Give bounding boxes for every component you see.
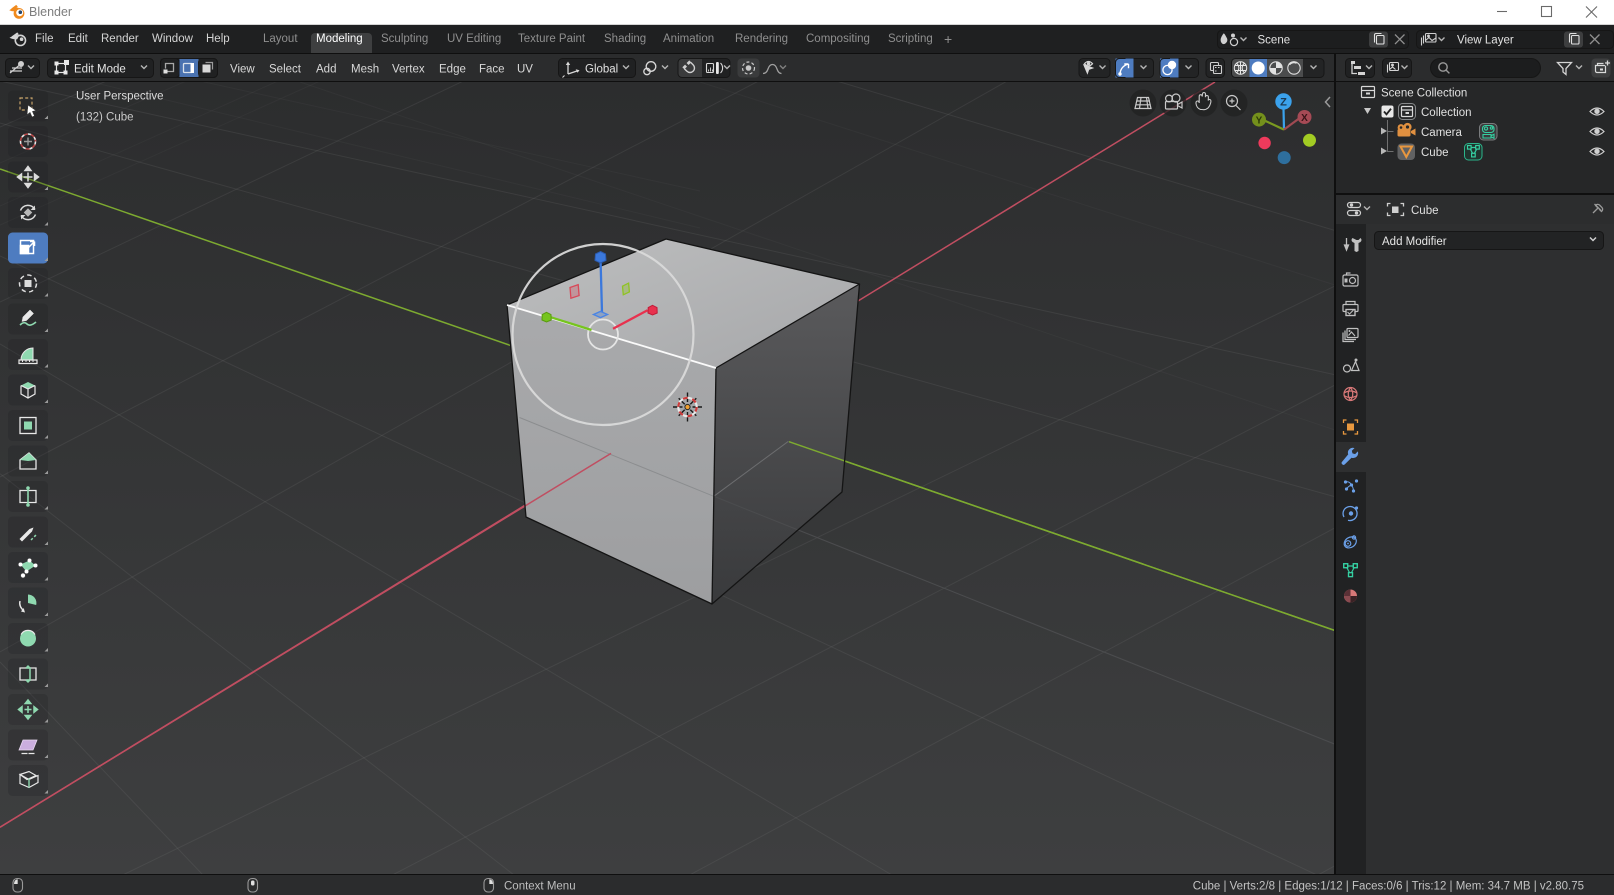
svg-text:Cube: Cube (1421, 147, 1449, 159)
svg-text:Mesh: Mesh (351, 64, 379, 76)
svg-text:Add Modifier: Add Modifier (1382, 236, 1447, 248)
svg-text:X: X (1301, 113, 1308, 124)
svg-text:Select: Select (269, 64, 302, 76)
svg-text:UV: UV (517, 64, 533, 76)
svg-text:Vertex: Vertex (392, 64, 425, 76)
svg-text:View Layer: View Layer (1457, 35, 1514, 47)
svg-text:Scene: Scene (1258, 35, 1291, 47)
svg-text:Collection: Collection (1421, 107, 1472, 119)
svg-text:User Perspective: User Perspective (76, 91, 164, 103)
svg-text:Cube: Cube (1411, 205, 1439, 217)
svg-text:Camera: Camera (1421, 127, 1463, 139)
svg-text:Add: Add (316, 64, 336, 76)
svg-text:(132) Cube: (132) Cube (76, 112, 134, 124)
svg-text:Scene Collection: Scene Collection (1381, 88, 1467, 100)
svg-text:Edge: Edge (439, 64, 466, 76)
svg-text:Cube | Verts:2/8 | Edges:1/12: Cube | Verts:2/8 | Edges:1/12 | Faces:0/… (1193, 881, 1584, 893)
svg-text:Global: Global (585, 64, 618, 76)
svg-text:View: View (230, 64, 255, 76)
svg-text:Z: Z (1280, 97, 1287, 109)
svg-text:Context Menu: Context Menu (504, 881, 576, 893)
svg-text:Edit Mode: Edit Mode (74, 64, 126, 76)
svg-text:Y: Y (1256, 115, 1263, 126)
svg-text:Face: Face (479, 64, 505, 76)
